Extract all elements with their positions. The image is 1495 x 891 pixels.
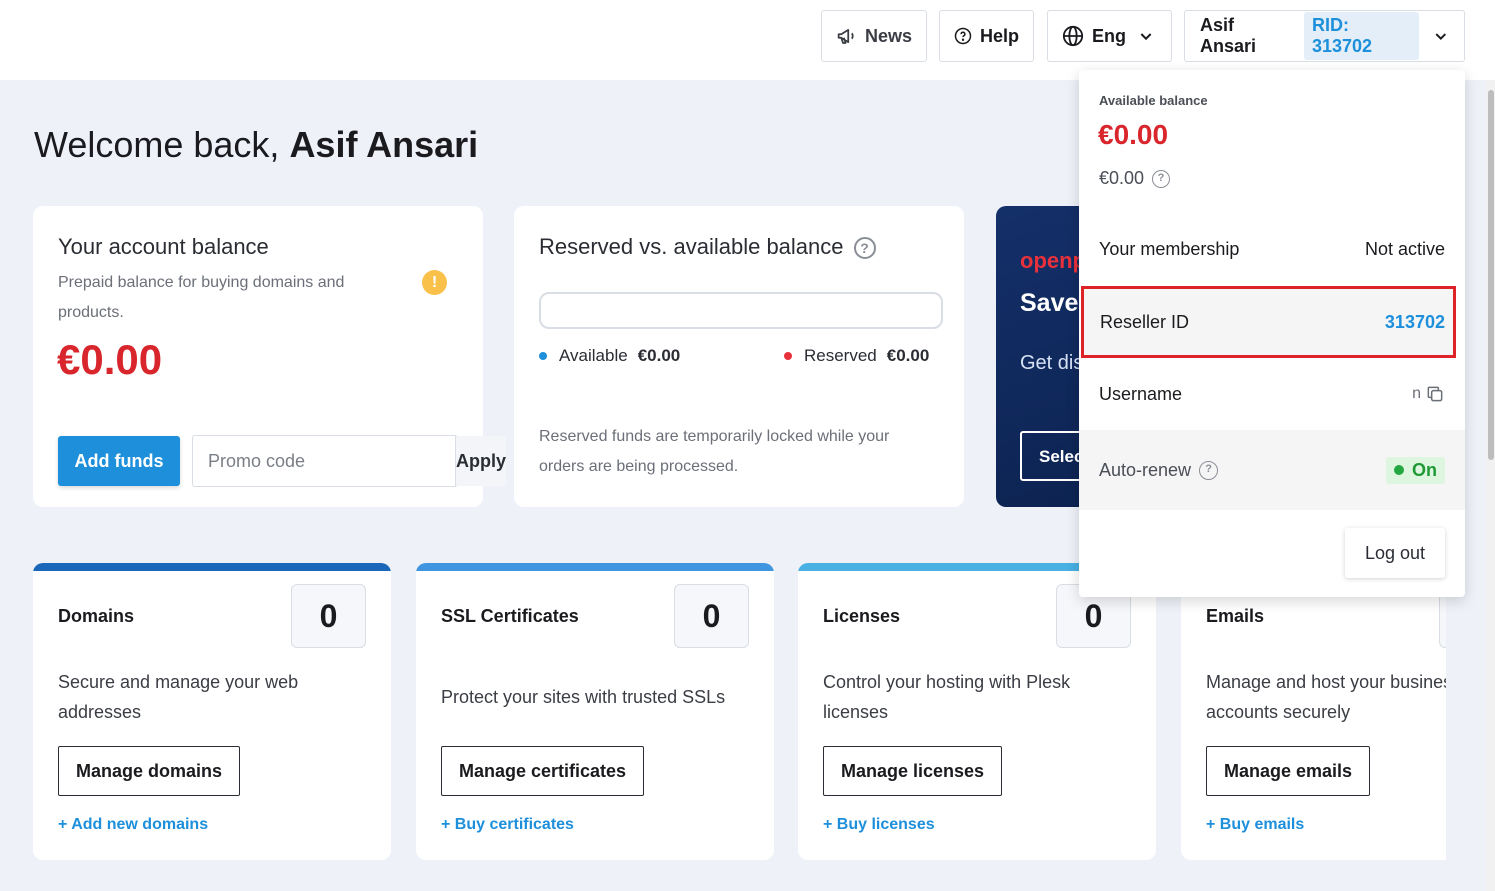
copy-icon[interactable] [1425,384,1445,404]
auto-renew-row: Auto-renew ? On [1079,430,1465,510]
membership-row: Your membership Not active [1079,225,1465,273]
licenses-card: Licenses 0 Control your hosting with Ple… [798,563,1156,860]
manage-licenses-button[interactable]: Manage licenses [823,746,1003,796]
reserved-dot-icon [784,352,792,360]
auto-renew-label-group: Auto-renew ? [1099,459,1219,481]
available-dot-icon [539,352,547,360]
membership-promo-banner[interactable]: openp Save Mem Get dis license Selec [996,206,1086,507]
emails-card-clip: Emails 0 Manage and host your business a… [1181,563,1446,860]
chevron-down-icon [1140,33,1152,41]
help-icon[interactable]: ? [853,237,876,260]
manage-domains-button[interactable]: Manage domains [58,746,241,796]
account-balance-card: Your account balance Prepaid balance for… [33,206,507,507]
available-value: €0.00 [637,346,681,365]
help-label: Help [979,25,1019,46]
apply-promo-button[interactable]: Apply [455,436,507,486]
promo-text: Get dis license [1020,352,1086,374]
username-row: Username n [1079,368,1465,420]
domains-count: 0 [291,584,366,648]
emails-description: Manage and host your business accounts s… [1206,672,1446,722]
ssl-title: SSL Certificates [441,606,579,626]
page-scrollbar[interactable] [1486,80,1495,891]
dropdown-available-amount: €0.00 [1098,119,1169,150]
reserved-card-title: Reserved vs. available balance? [539,234,876,260]
promo-code-input[interactable] [193,436,455,486]
top-bar: News Help Eng Asif Ansari RID: 313702 [0,0,1495,80]
domains-description: Secure and manage your web addresses [58,672,299,722]
status-dot-icon [1394,465,1404,475]
user-menu-button[interactable]: Asif Ansari RID: 313702 [1184,10,1465,62]
help-icon[interactable]: ? [1152,169,1171,188]
auto-renew-status-badge[interactable]: On [1386,456,1445,484]
balance-amount: €0.00 [57,336,163,383]
reseller-id-label: Reseller ID [1100,311,1190,332]
manage-emails-button[interactable]: Manage emails [1206,746,1371,796]
ssl-certificates-card: SSL Certificates 0 Protect your sites wi… [416,563,774,860]
welcome-user-name: Asif Ansari [289,124,479,165]
card-stripe [33,563,391,571]
buy-licenses-link[interactable]: + Buy licenses [823,816,935,834]
user-name: Asif Ansari [1200,15,1257,56]
promo-code-group: Apply [192,435,507,487]
reserved-progress-bar [539,292,943,329]
dropdown-available-label: Available balance [1099,93,1208,108]
add-new-domains-link[interactable]: + Add new domains [58,816,208,834]
legend-available: Available €0.00 [539,346,680,366]
news-label: News [864,25,912,46]
buy-certificates-link[interactable]: + Buy certificates [441,816,574,834]
membership-value: Not active [1364,238,1445,259]
reseller-id-row: Reseller ID 313702 [1081,286,1456,358]
help-icon[interactable]: ? [1199,460,1219,480]
scrollbar-thumb[interactable] [1488,90,1494,460]
buy-emails-link[interactable]: + Buy emails [1206,816,1304,834]
ssl-count: 0 [674,584,749,648]
promo-heading: Save Mem [1020,289,1086,317]
manage-certificates-button[interactable]: Manage certificates [441,746,645,796]
domains-card: Domains 0 Secure and manage your web add… [33,563,391,860]
page-title: Welcome back, Asif Ansari [34,124,478,166]
membership-label: Your membership [1099,238,1240,259]
reserved-value: €0.00 [886,346,930,365]
auto-renew-label: Auto-renew [1099,459,1192,480]
warning-icon[interactable]: ! [422,270,447,295]
rid-badge: RID: 313702 [1303,12,1420,60]
welcome-prefix: Welcome back, [34,124,290,165]
card-stripe [416,563,774,571]
dropdown-reserved-amount-row: €0.00 ? [1099,168,1171,189]
language-label: Eng [1092,25,1126,46]
user-dropdown-menu: Available balance €0.00 €0.00 ? Your mem… [1079,70,1465,597]
available-label: Available [559,346,628,365]
balance-card-title: Your account balance [58,234,269,259]
auto-renew-value: On [1412,459,1437,480]
reserved-balance-card: Reserved vs. available balance? Availabl… [514,206,964,507]
legend-reserved: Reserved €0.00 [784,346,929,366]
news-button[interactable]: News [821,10,927,62]
ssl-description: Protect your sites with trusted SSLs [441,687,726,707]
language-selector[interactable]: Eng [1047,10,1172,62]
reserved-card-title-text: Reserved vs. available balance [539,234,844,259]
add-funds-button[interactable]: Add funds [58,436,180,486]
domains-title: Domains [58,606,135,626]
licenses-description: Control your hosting with Plesk licenses [823,672,1071,722]
reserved-note: Reserved funds are temporarily locked wh… [539,428,890,475]
help-circle-icon [954,27,972,45]
chevron-down-icon [1435,33,1447,40]
promo-select-button[interactable]: Selec [1020,431,1086,481]
megaphone-icon [837,29,854,44]
username-value: n [1412,385,1421,402]
logout-button[interactable]: Log out [1345,528,1445,578]
licenses-title: Licenses [823,606,901,626]
openprovider-logo: openp [1020,248,1086,273]
emails-title: Emails [1206,606,1265,626]
reserved-label: Reserved [804,346,877,365]
reseller-id-value[interactable]: 313702 [1385,312,1445,333]
globe-icon [1062,25,1084,47]
balance-card-subtitle: Prepaid balance for buying domains and p… [58,274,345,321]
emails-card: Emails 0 Manage and host your business a… [1181,563,1446,860]
username-label: Username [1099,383,1183,404]
username-copy-group: n [1412,384,1445,404]
dropdown-reserved-amount: €0.00 [1099,168,1145,188]
help-button[interactable]: Help [939,10,1034,62]
